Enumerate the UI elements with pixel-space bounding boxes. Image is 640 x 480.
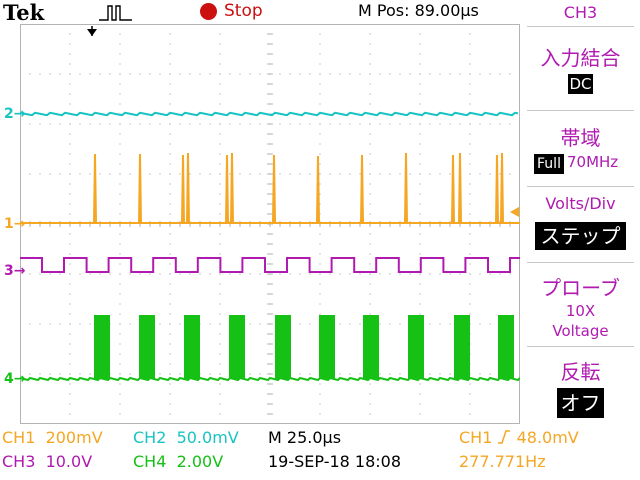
datetime-readout: 19-SEP-18 18:08 bbox=[268, 452, 402, 471]
volts-div-value: ステップ bbox=[535, 222, 626, 250]
menu-divider bbox=[527, 110, 634, 111]
horizontal-position-readout: M Pos: 89.00µs bbox=[358, 1, 479, 20]
rising-edge-icon bbox=[498, 430, 511, 444]
ch4-burst bbox=[498, 315, 514, 379]
ch1-marker[interactable]: 1→ bbox=[4, 216, 25, 232]
ch4-burst bbox=[94, 315, 110, 379]
timebase-readout: M 25.0µs bbox=[268, 428, 342, 447]
menu-divider bbox=[527, 346, 634, 347]
menu-divider bbox=[527, 26, 634, 27]
side-menu-channel: CH3 bbox=[563, 3, 598, 22]
ch3-marker[interactable]: 3→ bbox=[4, 263, 25, 279]
ch1-readout[interactable]: CH1 200mV bbox=[2, 428, 103, 447]
ch4-readout[interactable]: CH4 2.00V bbox=[133, 452, 223, 471]
coupling-value: DC bbox=[568, 74, 593, 94]
invert-title: 反転 bbox=[560, 360, 601, 384]
brand-logo: Tek bbox=[3, 0, 45, 25]
ch4-burst bbox=[363, 315, 379, 379]
ch4-burst bbox=[454, 315, 470, 379]
run-state-label: Stop bbox=[224, 1, 263, 21]
bandwidth-frequency: 70MHz bbox=[567, 153, 619, 171]
probe-type: Voltage bbox=[552, 322, 609, 340]
volts-div-title: Volts/Div bbox=[545, 194, 616, 213]
bandwidth-title: 帯域 bbox=[560, 126, 601, 150]
probe-attenuation: 10X bbox=[565, 302, 596, 320]
coupling-title: 入力結合 bbox=[540, 46, 621, 70]
trigger-pulse-icon bbox=[99, 5, 132, 21]
ch4-burst bbox=[184, 315, 200, 379]
waveform-display bbox=[20, 24, 520, 424]
ch2-marker[interactable]: 2→ bbox=[4, 106, 25, 122]
ch4-marker[interactable]: 4→ bbox=[4, 371, 25, 387]
ch2-readout[interactable]: CH2 50.0mV bbox=[133, 428, 239, 447]
invert-value: オフ bbox=[557, 388, 604, 418]
bottom-status-bar: CH1 200mV CH3 10.0V CH2 50.0mV CH4 2.00V… bbox=[0, 424, 640, 480]
trigger-readout: CH1 48.0mV bbox=[459, 428, 579, 447]
menu-divider bbox=[527, 186, 634, 187]
menu-divider bbox=[527, 262, 634, 263]
ch4-burst bbox=[275, 315, 291, 379]
probe-title: プローブ bbox=[541, 276, 620, 300]
ch4-burst bbox=[408, 315, 424, 379]
stop-indicator-icon bbox=[200, 3, 217, 20]
bandwidth-limit-value: Full bbox=[534, 154, 564, 174]
ch4-burst bbox=[139, 315, 155, 379]
ch3-readout[interactable]: CH3 10.0V bbox=[2, 452, 92, 471]
side-menu: CH3 入力結合 DC 帯域 Full 70MHz Volts/Div ステップ… bbox=[521, 0, 640, 480]
ch4-burst bbox=[319, 315, 335, 379]
frequency-readout: 277.771Hz bbox=[459, 452, 546, 471]
ch4-burst bbox=[229, 315, 245, 379]
